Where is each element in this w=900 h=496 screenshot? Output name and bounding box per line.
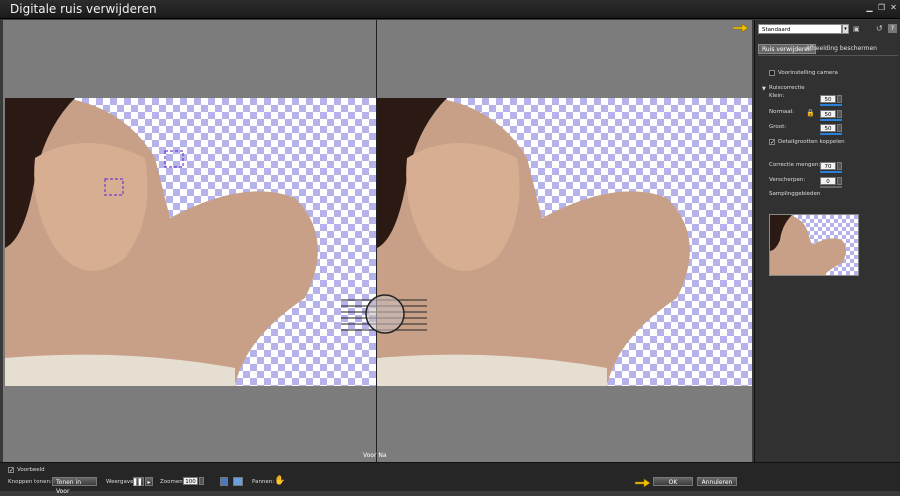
preview-checkbox[interactable]: ✓ [8, 467, 14, 474]
settings-panel: Standaard ▾ ▣ ↺ ? Ruis verwijderen Afbee… [754, 20, 900, 462]
save-preset-icon[interactable]: ▣ [853, 25, 861, 33]
close-icon[interactable]: ✕ [889, 3, 898, 12]
klein-spinner[interactable] [837, 95, 842, 103]
before-after-label: Voor Na [363, 452, 387, 459]
split-view-icon[interactable]: ▌▌ [133, 477, 144, 486]
portrait-image [5, 98, 318, 386]
split-divider[interactable] [376, 20, 377, 462]
after-preview[interactable] [377, 98, 752, 386]
preview-checkbox-label: Voorbeeld [17, 467, 45, 473]
help-icon[interactable]: ? [888, 24, 897, 33]
pointing-hand-icon [733, 23, 749, 33]
watermark-logo [341, 292, 427, 336]
view-label: Weergave: [106, 479, 136, 485]
title-bar: Digitale ruis verwijderen ▁ ❐ ✕ [0, 0, 900, 19]
pan-label: Pannen: [252, 479, 275, 485]
thumbnail-image [770, 215, 846, 275]
buttons-show-select[interactable]: Tonen in Voor [52, 477, 97, 495]
buttons-show-label: Knoppen tonen: [8, 479, 52, 485]
preset-select[interactable]: Standaard [758, 24, 842, 34]
section-title: Ruiscorrectie [769, 85, 805, 91]
before-preview[interactable] [5, 98, 376, 386]
caret-down-icon[interactable]: ▼ [762, 86, 766, 92]
sharpen-label: Verscherpen: [769, 177, 806, 183]
klein-input[interactable]: 50 [820, 95, 836, 103]
correction-spinner[interactable] [837, 162, 842, 170]
normaal-input[interactable]: 50 [820, 110, 836, 118]
link-checkbox-label: Detailgrootten koppelen [778, 139, 845, 145]
link-checkbox[interactable]: ✓ [769, 139, 775, 146]
window-title: Digitale ruis verwijderen [10, 2, 157, 16]
klein-slider[interactable] [820, 104, 842, 106]
minimize-icon[interactable]: ▁ [865, 3, 874, 12]
groot-input[interactable]: 50 [820, 124, 836, 132]
zoom-spinner[interactable] [199, 477, 204, 485]
chevron-down-icon[interactable]: ▾ [842, 24, 849, 34]
portrait-image [377, 98, 690, 386]
normaal-slider[interactable] [820, 119, 842, 121]
normaal-spinner[interactable] [837, 110, 842, 118]
tab-afbeelding-beschermen[interactable]: Afbeelding beschermen [803, 44, 880, 54]
sharpen-slider[interactable] [820, 186, 842, 188]
sampling-thumbnail[interactable] [769, 214, 859, 276]
camera-checkbox-label: Voorinstelling camera [778, 70, 838, 76]
reset-icon[interactable]: ↺ [876, 24, 885, 33]
zoom-fit-icon[interactable] [220, 477, 228, 486]
bottom-bar: ✓ Voorbeeld Knoppen tonen: Tonen in Voor… [0, 462, 900, 495]
groot-label: Groot: [769, 124, 787, 130]
sharpen-input[interactable]: 0 [820, 177, 836, 185]
zoom-actual-icon[interactable] [233, 477, 243, 486]
preview-area[interactable]: Voor Na [3, 20, 752, 462]
lock-icon[interactable]: 🔒 [806, 109, 815, 117]
divider [758, 55, 898, 56]
pointing-hand-icon [635, 478, 651, 488]
correction-input[interactable]: 70 [820, 162, 836, 170]
view-menu-icon[interactable]: ▸ [145, 477, 153, 486]
groot-slider[interactable] [820, 133, 842, 135]
hand-icon[interactable]: ✋ [274, 476, 285, 486]
groot-spinner[interactable] [837, 124, 842, 132]
zoom-label: Zoomen: [160, 479, 185, 485]
camera-checkbox[interactable] [769, 70, 775, 76]
cancel-button[interactable]: Annuleren [697, 477, 737, 486]
normaal-label: Normaal: [769, 109, 795, 115]
sampling-label: Samplinggebieden [769, 191, 821, 197]
correction-slider[interactable] [820, 171, 842, 173]
restore-icon[interactable]: ❐ [877, 3, 886, 12]
correction-label: Correctie mengen: [769, 162, 821, 168]
ok-button[interactable]: OK [653, 477, 693, 486]
zoom-input[interactable]: 100 [183, 477, 198, 485]
klein-label: Klein: [769, 93, 785, 99]
sharpen-spinner[interactable] [837, 177, 842, 185]
